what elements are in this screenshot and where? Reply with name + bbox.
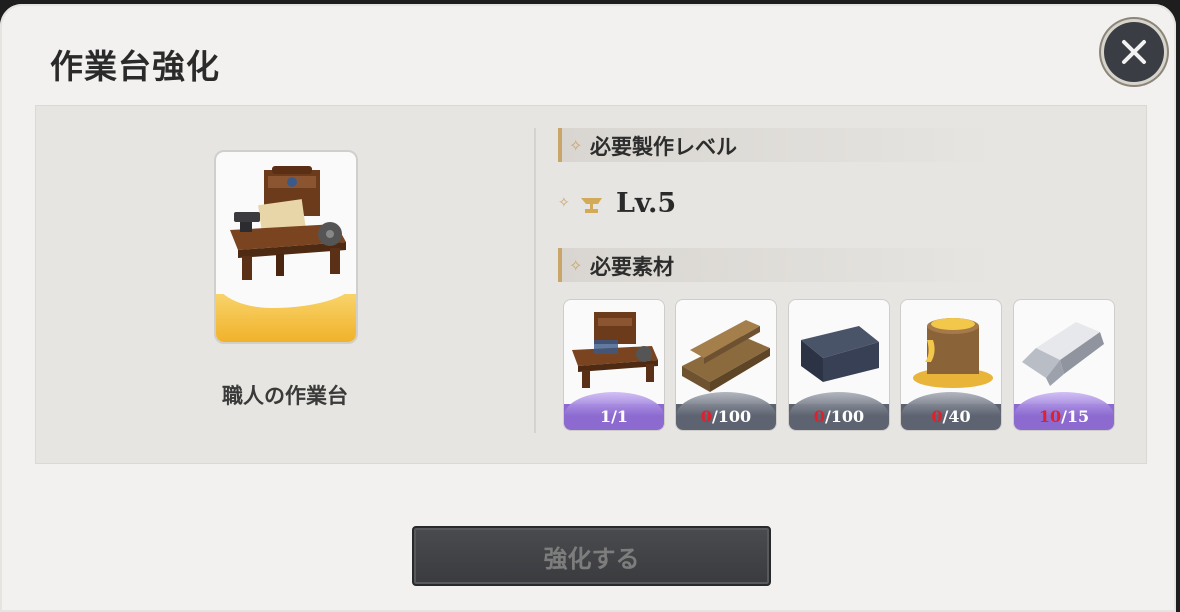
required-level-label: 必要製作レベル	[590, 135, 737, 159]
panel-divider	[534, 128, 536, 433]
material-have: 10	[1038, 407, 1062, 426]
material-need: /15	[1061, 407, 1090, 426]
material-have: 0	[931, 407, 943, 426]
material-count: 0/40	[901, 392, 1001, 430]
materials-header: ✧ 必要素材	[558, 248, 996, 282]
diamond-icon: ✧	[558, 195, 570, 211]
workbench-icon	[572, 312, 658, 388]
diamond-icon: ✧	[569, 136, 583, 155]
iron-ingot-icon	[1022, 322, 1104, 386]
material-count: 10/15	[1014, 392, 1114, 430]
close-icon	[1122, 40, 1146, 64]
material-have: 0	[700, 407, 712, 426]
wood-planks-icon	[682, 320, 770, 392]
anvil-icon	[581, 198, 602, 213]
material-have: 0	[813, 407, 825, 426]
close-button[interactable]	[1104, 22, 1164, 82]
material-count: 0/100	[789, 392, 889, 430]
material-need: /100	[824, 407, 865, 426]
stone-block-icon	[801, 326, 879, 382]
material-count: 0/100	[676, 392, 776, 430]
material-need: /40	[942, 407, 971, 426]
required-level-header: ✧ 必要製作レベル	[558, 128, 996, 162]
material-slot-wood[interactable]: 0/100	[675, 299, 777, 431]
materials-label: 必要素材	[590, 255, 674, 279]
diamond-icon: ✧	[569, 256, 583, 275]
dialog-title: 作業台強化	[50, 47, 220, 86]
material-need: /100	[711, 407, 752, 426]
material-have: 1	[599, 407, 612, 426]
material-slot-honey[interactable]: 0/40	[900, 299, 1002, 431]
enhance-button[interactable]: 強化する	[412, 526, 771, 586]
material-slot-iron[interactable]: 10/15	[1013, 299, 1115, 431]
rarity-gold-band	[216, 280, 356, 342]
material-count: 1/1	[564, 392, 664, 430]
honey-pot-icon	[913, 318, 993, 388]
material-need: /1	[611, 407, 629, 426]
item-card	[214, 150, 358, 344]
item-name: 職人の作業台	[222, 384, 348, 408]
material-slot-stone[interactable]: 0/100	[788, 299, 890, 431]
required-level-value: Lv.5	[616, 188, 677, 219]
material-slot-workbench[interactable]: 1/1	[563, 299, 665, 431]
